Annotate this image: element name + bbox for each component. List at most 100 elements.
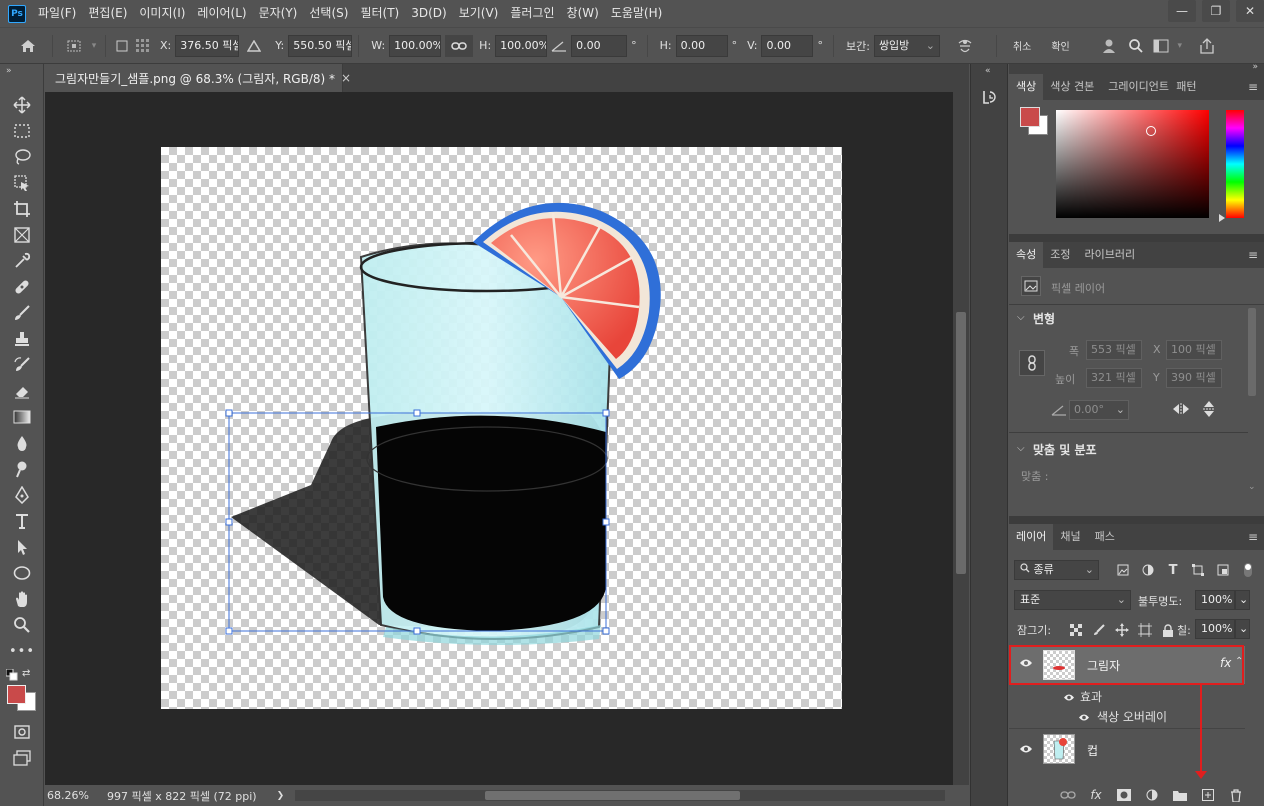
x-field[interactable]: 100 픽셀 <box>1166 340 1222 360</box>
gradient-tool-icon[interactable] <box>10 406 34 428</box>
new-layer-icon[interactable] <box>1198 785 1218 805</box>
pen-tool-icon[interactable] <box>10 484 34 506</box>
brush-tool-icon[interactable] <box>10 302 34 324</box>
user-icon[interactable] <box>1096 38 1124 54</box>
menu-view[interactable]: 보기(V) <box>453 0 505 27</box>
interpolation-select[interactable]: 쌍입방 ⌄ <box>873 34 940 57</box>
layer-name[interactable]: 컵 <box>1087 742 1098 759</box>
tab-swatches[interactable]: 색상 견본 <box>1043 74 1101 100</box>
minimize-button[interactable]: — <box>1168 0 1196 22</box>
maximize-button[interactable]: ❐ <box>1202 0 1230 22</box>
marquee-tool-icon[interactable] <box>10 120 34 142</box>
share-icon[interactable] <box>1194 37 1220 54</box>
y-position-field[interactable]: 550.50 픽셀 <box>288 34 353 57</box>
x-position-field[interactable]: 376.50 픽셀 <box>175 34 240 57</box>
blur-tool-icon[interactable] <box>10 432 34 454</box>
layer-effects-badge[interactable]: fx <box>1220 656 1231 670</box>
search-icon[interactable] <box>1124 38 1148 54</box>
tab-properties[interactable]: 속성 <box>1009 242 1044 268</box>
panel-menu-icon[interactable]: ≡ <box>1248 530 1258 544</box>
lock-position-icon[interactable] <box>1112 620 1132 640</box>
link-layers-icon[interactable] <box>1058 785 1078 805</box>
add-mask-icon[interactable] <box>1114 785 1134 805</box>
type-tool-icon[interactable] <box>10 510 34 532</box>
eye-icon[interactable] <box>1063 691 1075 705</box>
warp-mode-icon[interactable] <box>940 37 990 55</box>
cancel-transform-button[interactable]: 취소 <box>1013 38 1031 53</box>
dodge-tool-icon[interactable] <box>10 458 34 480</box>
eyedropper-tool-icon[interactable] <box>10 250 34 272</box>
menu-layer[interactable]: 레이어(L) <box>191 0 252 27</box>
flip-vertical-icon[interactable] <box>1202 400 1216 421</box>
document-tab[interactable]: 그림자만들기_샘플.png @ 68.3% (그림자, RGB/8) * × <box>45 64 351 92</box>
transform-reference-icon[interactable] <box>59 38 89 54</box>
blend-mode-select[interactable]: 표준 ⌄ <box>1014 590 1131 610</box>
eye-icon[interactable] <box>1019 743 1033 757</box>
color-foreground-swatch[interactable] <box>1020 107 1040 127</box>
rotation-field[interactable]: 0.00 <box>571 34 628 57</box>
adjustment-layer-icon[interactable] <box>1142 785 1162 805</box>
layer-filter-select[interactable]: 종류 ⌄ <box>1014 560 1099 580</box>
eye-icon[interactable] <box>1078 711 1090 725</box>
filter-pixel-icon[interactable] <box>1113 560 1133 580</box>
menu-filter[interactable]: 필터(T) <box>354 0 405 27</box>
width-percent-field[interactable]: 100.00% <box>389 34 442 57</box>
menu-plugins[interactable]: 플러그인 <box>504 0 560 27</box>
menu-select[interactable]: 선택(S) <box>303 0 354 27</box>
lock-all-icon[interactable] <box>1158 620 1178 640</box>
delta-icon[interactable] <box>239 39 269 52</box>
path-selection-tool-icon[interactable] <box>10 536 34 558</box>
delete-layer-icon[interactable] <box>1226 785 1246 805</box>
status-menu-arrow[interactable]: ❯ <box>277 791 285 801</box>
frame-tool-icon[interactable] <box>10 224 34 246</box>
chevron-down-icon[interactable]: ▾ <box>1174 41 1186 51</box>
reference-grid-icon[interactable] <box>132 38 154 54</box>
filter-shape-icon[interactable] <box>1188 560 1208 580</box>
eye-icon[interactable] <box>1019 657 1033 671</box>
hue-slider-handle[interactable] <box>1219 214 1225 222</box>
fill-field[interactable]: 100% <box>1195 619 1235 639</box>
add-style-icon[interactable]: fx <box>1086 785 1106 805</box>
menu-file[interactable]: 파일(F) <box>32 0 82 27</box>
close-window-button[interactable]: ✕ <box>1236 0 1264 22</box>
close-tab-icon[interactable]: × <box>341 71 351 85</box>
properties-scroll-thumb[interactable] <box>1248 308 1256 396</box>
scroll-down-icon[interactable]: ⌄ <box>1248 482 1256 492</box>
horizontal-skew-field[interactable]: 0.00 <box>675 34 728 57</box>
collapse-panels-icon[interactable]: » <box>1252 62 1258 72</box>
height-percent-field[interactable]: 100.00% <box>495 34 548 57</box>
quick-mask-icon[interactable] <box>10 721 34 743</box>
eraser-tool-icon[interactable] <box>10 380 34 402</box>
tab-gradients[interactable]: 그레이디언트 <box>1101 74 1169 100</box>
chevron-down-icon[interactable]: ⌵ <box>1017 312 1025 323</box>
horizontal-scrollbar[interactable] <box>295 790 945 801</box>
chevron-down-icon[interactable]: ▾ <box>89 41 99 51</box>
vertical-skew-field[interactable]: 0.00 <box>761 34 814 57</box>
reference-point-checkbox[interactable] <box>112 40 132 52</box>
filter-toggle-icon[interactable] <box>1238 560 1258 580</box>
link-icon[interactable] <box>445 34 474 57</box>
link-dimensions-icon[interactable] <box>1019 350 1045 376</box>
layer-row-shadow[interactable]: 그림자 fx ⌃ <box>1009 646 1245 684</box>
more-tools-icon[interactable]: ••• <box>9 640 34 662</box>
tab-color[interactable]: 색상 <box>1009 74 1044 100</box>
zoom-level[interactable]: 68.26% <box>47 789 99 802</box>
filter-adjustment-icon[interactable] <box>1138 560 1158 580</box>
canvas[interactable] <box>161 147 842 709</box>
menu-3d[interactable]: 3D(D) <box>405 0 452 27</box>
lasso-tool-icon[interactable] <box>10 146 34 168</box>
history-brush-tool-icon[interactable] <box>10 354 34 376</box>
zoom-tool-icon[interactable] <box>10 614 34 636</box>
menu-help[interactable]: 도움말(H) <box>605 0 669 27</box>
height-field[interactable]: 321 픽셀 <box>1086 368 1142 388</box>
filter-type-icon[interactable]: T <box>1163 560 1183 580</box>
lock-image-pixels-icon[interactable] <box>1089 620 1109 640</box>
default-colors-icon[interactable] <box>5 668 18 684</box>
filter-smart-object-icon[interactable] <box>1213 560 1233 580</box>
width-field[interactable]: 553 픽셀 <box>1086 340 1142 360</box>
workspace-icon[interactable] <box>1148 39 1174 53</box>
tab-layers[interactable]: 레이어 <box>1009 524 1054 550</box>
hue-slider[interactable] <box>1226 110 1244 218</box>
opacity-dropdown[interactable]: ⌄ <box>1235 590 1250 610</box>
panel-menu-icon[interactable]: ≡ <box>1248 80 1258 94</box>
